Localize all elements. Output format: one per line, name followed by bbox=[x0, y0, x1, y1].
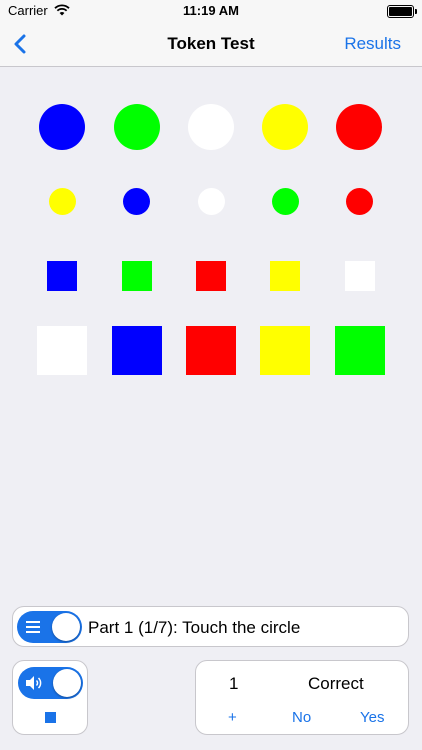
yes-button[interactable]: Yes bbox=[360, 709, 384, 726]
toggle-knob bbox=[53, 669, 81, 697]
audio-toggle[interactable] bbox=[18, 667, 83, 699]
large-circle-green[interactable] bbox=[114, 104, 160, 150]
plus-button[interactable]: + bbox=[228, 709, 237, 726]
answer-count: 1 bbox=[229, 674, 239, 693]
speaker-icon bbox=[26, 676, 42, 690]
battery-icon bbox=[387, 5, 417, 18]
large-square-red[interactable] bbox=[186, 326, 236, 375]
token-board bbox=[0, 67, 422, 587]
large-circle-red[interactable] bbox=[336, 104, 382, 150]
audio-panel bbox=[12, 660, 88, 735]
instruction-toggle[interactable] bbox=[17, 611, 82, 643]
answer-panel: 1 Correct + No Yes bbox=[195, 660, 409, 735]
large-square-white[interactable] bbox=[37, 326, 87, 375]
instruction-text: Part 1 (1/7): Touch the circle bbox=[88, 618, 301, 637]
result-label: Correct bbox=[308, 674, 364, 693]
navigation-bar: Token Test Results bbox=[0, 22, 422, 67]
large-circle-blue[interactable] bbox=[39, 104, 85, 150]
small-circle-red[interactable] bbox=[346, 188, 373, 215]
results-button[interactable]: Results bbox=[344, 34, 401, 54]
instruction-panel: Part 1 (1/7): Touch the circle bbox=[12, 606, 409, 647]
small-square-green[interactable] bbox=[122, 261, 152, 291]
large-square-yellow[interactable] bbox=[260, 326, 310, 375]
large-square-green[interactable] bbox=[335, 326, 385, 375]
status-time: 11:19 AM bbox=[183, 3, 239, 18]
stop-icon[interactable] bbox=[45, 712, 56, 723]
small-square-blue[interactable] bbox=[47, 261, 77, 291]
small-circle-blue[interactable] bbox=[123, 188, 150, 215]
back-button[interactable] bbox=[8, 30, 36, 58]
list-icon bbox=[26, 621, 40, 633]
status-bar: Carrier 11:19 AM bbox=[0, 0, 422, 22]
large-circle-yellow[interactable] bbox=[262, 104, 308, 150]
small-circle-white[interactable] bbox=[198, 188, 225, 215]
small-circle-green[interactable] bbox=[272, 188, 299, 215]
small-square-white[interactable] bbox=[345, 261, 375, 291]
chevron-left-icon bbox=[14, 34, 26, 54]
no-button[interactable]: No bbox=[292, 709, 311, 726]
toggle-knob bbox=[52, 613, 80, 641]
small-circle-yellow[interactable] bbox=[49, 188, 76, 215]
large-circle-white[interactable] bbox=[188, 104, 234, 150]
small-square-red[interactable] bbox=[196, 261, 226, 291]
large-square-blue[interactable] bbox=[112, 326, 162, 375]
small-square-yellow[interactable] bbox=[270, 261, 300, 291]
